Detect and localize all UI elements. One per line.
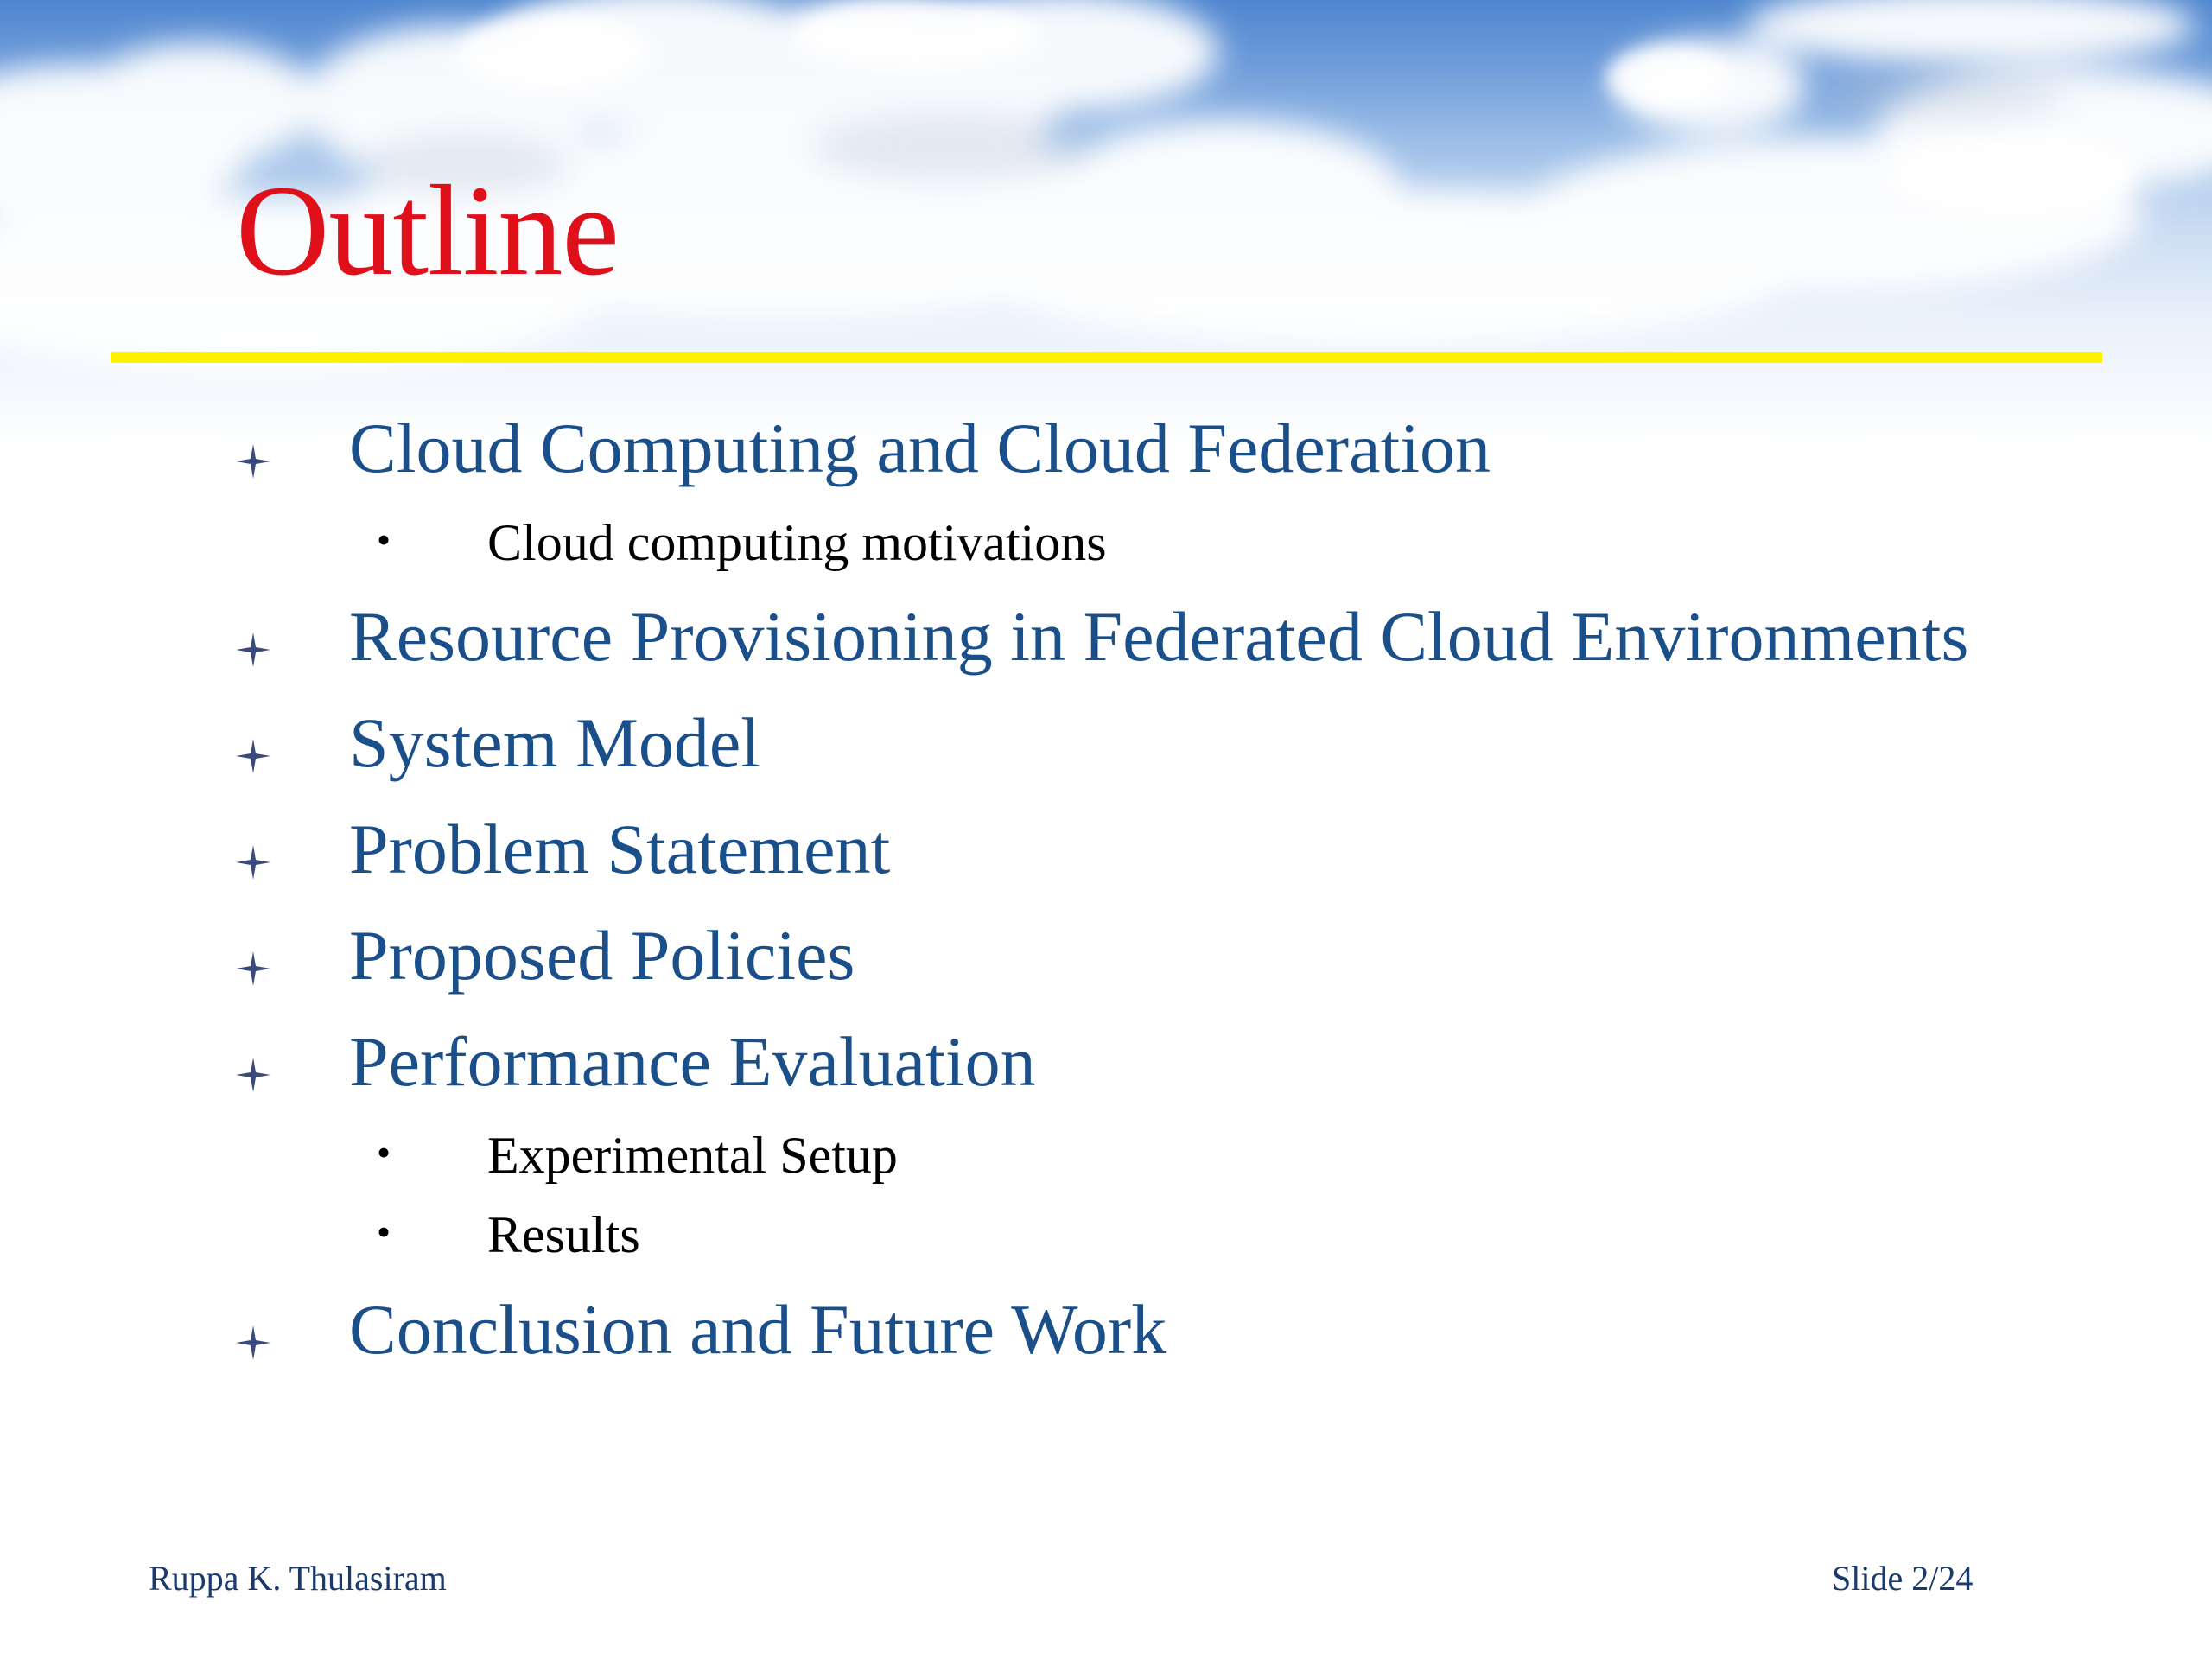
bullet-dot-icon: • [377, 1210, 391, 1254]
four-point-star-icon [236, 1058, 270, 1092]
four-point-star-icon [236, 444, 270, 479]
four-point-star-icon [236, 845, 270, 880]
outline-item-text: Conclusion and Future Work [349, 1290, 1167, 1369]
four-point-star-icon [236, 739, 270, 773]
outline-item-text: Cloud Computing and Cloud Federation [349, 409, 1491, 487]
title-underline [111, 352, 2102, 363]
outline-subitem-text: Experimental Setup [487, 1127, 898, 1184]
bullet-dot-icon: • [377, 518, 391, 562]
outline-item-text: Proposed Policies [349, 916, 855, 995]
four-point-star-icon [236, 951, 270, 986]
outline-item-text: Problem Statement [349, 810, 891, 888]
outline-item-text: System Model [349, 703, 761, 782]
bullet-dot-icon: • [377, 1130, 391, 1174]
outline-item-text: Performance Evaluation [349, 1022, 1036, 1101]
slide-title: Outline [236, 159, 620, 302]
slide: Outline Cloud Computing and Cloud Federa… [0, 0, 2212, 1659]
outline-item-text: Resource Provisioning in Federated Cloud… [349, 597, 1969, 676]
four-point-star-icon [236, 1325, 270, 1360]
outline-subitem-text: Cloud computing motivations [487, 514, 1107, 571]
outline-subitem-text: Results [487, 1206, 640, 1263]
footer-author: Ruppa K. Thulasiram [149, 1559, 447, 1598]
slide-number: Slide 2/24 [1832, 1559, 1974, 1598]
four-point-star-icon [236, 632, 270, 667]
